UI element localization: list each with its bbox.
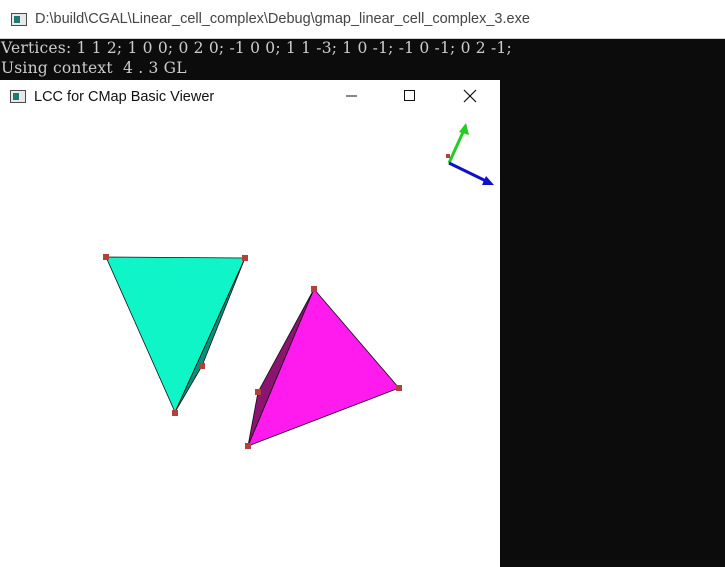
vertex-marker: [242, 255, 248, 261]
minimize-button[interactable]: [329, 80, 375, 112]
vertex-marker: [199, 363, 205, 369]
console-title: D:\build\CGAL\Linear_cell_complex\Debug\…: [35, 11, 530, 27]
vertex-marker: [311, 286, 317, 292]
y-axis-arrow: [447, 129, 466, 164]
cyan-tetrahedron: [105, 256, 246, 413]
maximize-icon: [404, 90, 415, 101]
console-window-icon: [11, 12, 27, 26]
close-button[interactable]: [447, 80, 493, 112]
maximize-button[interactable]: [387, 80, 433, 112]
axis-origin-marker: [446, 154, 450, 158]
scene-canvas: [103, 123, 494, 449]
viewer-titlebar[interactable]: LCC for CMap Basic Viewer: [0, 80, 500, 113]
console-line-vertices: Vertices: 1 1 2; 1 0 0; 0 2 0; -1 0 0; 1…: [1, 39, 512, 57]
vertex-marker: [245, 443, 251, 449]
vertex-marker: [172, 410, 178, 416]
vertex-marker: [255, 389, 261, 395]
close-icon: [463, 89, 477, 103]
gl-viewport[interactable]: [0, 113, 500, 567]
x-axis-arrow: [448, 161, 487, 183]
minimize-icon: [346, 95, 357, 97]
viewer-title: LCC for CMap Basic Viewer: [34, 88, 215, 105]
vertex-marker: [103, 254, 109, 260]
console-window-icon: [10, 90, 26, 103]
console-line-context: Using context 4 . 3 GL: [1, 59, 187, 77]
console-titlebar: D:\build\CGAL\Linear_cell_complex\Debug\…: [0, 0, 725, 39]
axes-gizmo: [446, 123, 494, 185]
vertex-marker: [396, 385, 402, 391]
y-axis-arrowhead: [459, 123, 469, 135]
magenta-tetrahedron: [247, 288, 400, 447]
magenta-front-face: [247, 288, 400, 447]
viewer-window: LCC for CMap Basic Viewer: [0, 80, 500, 567]
cyan-front-face: [105, 256, 246, 413]
